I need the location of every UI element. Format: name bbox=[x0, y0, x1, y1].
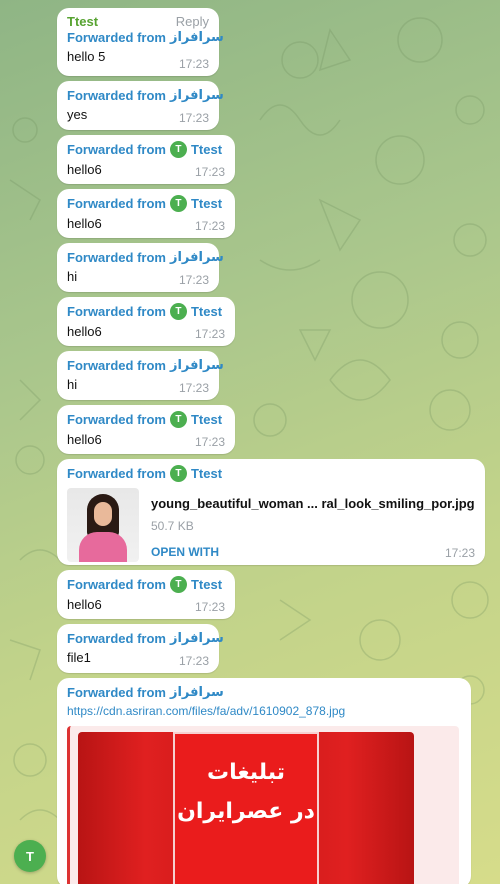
forwarded-label: Forwarded from bbox=[67, 196, 166, 211]
file-name[interactable]: young_beautiful_woman ... ral_look_smili… bbox=[151, 496, 475, 511]
forwarded-avatar: T bbox=[169, 411, 187, 428]
message-time: 17:23 bbox=[178, 111, 209, 125]
forwarded-source-name[interactable]: سرافراز bbox=[170, 29, 224, 45]
forwarded-label: Forwarded from bbox=[67, 29, 166, 45]
message-bubble[interactable]: Forwarded from T Ttest hello6 17:23 bbox=[57, 189, 235, 238]
message-bubble[interactable]: Ttest Reply Forwarded from سرافراز hello… bbox=[57, 8, 224, 76]
forwarded-source-name[interactable]: Ttest bbox=[191, 142, 222, 157]
forwarded-source-name[interactable]: سرافراز bbox=[170, 630, 224, 646]
message-bubble[interactable]: Forwarded from T Ttest hello6 17:23 bbox=[57, 297, 235, 346]
link-preview-image[interactable]: تبليغات در عصرايران bbox=[78, 732, 414, 884]
file-message-bubble[interactable]: Forwarded from T Ttest young_beautiful_w… bbox=[57, 459, 485, 565]
forwarded-header[interactable]: Forwarded from T Ttest bbox=[67, 576, 225, 593]
forwarded-label: Forwarded from bbox=[67, 630, 166, 646]
message-time: 17:23 bbox=[444, 546, 475, 560]
forwarded-label: Forwarded from bbox=[67, 577, 166, 592]
forwarded-header[interactable]: Forwarded from T Ttest bbox=[67, 303, 225, 320]
message-bubble[interactable]: Forwarded from T Ttest hello6 17:23 bbox=[57, 570, 235, 619]
forwarded-header[interactable]: Forwarded from سرافراز bbox=[67, 29, 224, 45]
forwarded-avatar: T bbox=[169, 465, 187, 482]
message-time: 17:23 bbox=[194, 435, 225, 449]
message-time: 17:23 bbox=[194, 327, 225, 341]
forwarded-avatar: T bbox=[169, 576, 187, 593]
forwarded-header[interactable]: Forwarded from سرافراز bbox=[67, 684, 461, 700]
open-with-button[interactable]: OPEN WITH bbox=[151, 545, 475, 559]
forwarded-label: Forwarded from bbox=[67, 249, 166, 265]
chat-area: Ttest Reply Forwarded from سرافراز hello… bbox=[0, 0, 500, 884]
message-time: 17:23 bbox=[178, 273, 209, 287]
message-time: 17:23 bbox=[194, 600, 225, 614]
forwarded-label: Forwarded from bbox=[67, 412, 166, 427]
ad-banner-line2: در عصرايران bbox=[177, 799, 315, 824]
forwarded-label: Forwarded from bbox=[67, 357, 166, 373]
forwarded-avatar: T bbox=[169, 141, 187, 158]
forwarded-source-name[interactable]: سرافراز bbox=[170, 249, 224, 265]
message-time: 17:23 bbox=[194, 219, 225, 233]
forwarded-header[interactable]: Forwarded from سرافراز bbox=[67, 87, 224, 103]
forwarded-header[interactable]: Forwarded from T Ttest bbox=[67, 465, 475, 482]
forwarded-label: Forwarded from bbox=[67, 684, 166, 700]
message-bubble[interactable]: Forwarded from سرافراز file1 17:23 bbox=[57, 624, 224, 673]
message-time: 17:23 bbox=[178, 57, 209, 71]
forwarded-header[interactable]: Forwarded from سرافراز bbox=[67, 249, 224, 265]
forwarded-header[interactable]: Forwarded from T Ttest bbox=[67, 195, 225, 212]
forwarded-label: Forwarded from bbox=[67, 304, 166, 319]
forwarded-source-name[interactable]: Ttest bbox=[191, 196, 222, 211]
file-size: 50.7 KB bbox=[151, 519, 194, 533]
message-bubble[interactable]: Forwarded from T Ttest hello6 17:23 bbox=[57, 405, 235, 454]
ad-banner-line1: تبليغات bbox=[207, 760, 285, 785]
forwarded-source-name[interactable]: Ttest bbox=[191, 466, 222, 481]
message-link[interactable]: https://cdn.asriran.com/files/fa/adv/161… bbox=[67, 704, 461, 718]
message-bubble[interactable]: Forwarded from سرافراز yes 17:23 bbox=[57, 81, 224, 130]
file-thumbnail[interactable] bbox=[67, 488, 139, 562]
message-bubble[interactable]: Forwarded from T Ttest hello6 17:23 bbox=[57, 135, 235, 184]
message-bubble[interactable]: Forwarded from سرافراز hi 17:23 bbox=[57, 243, 224, 292]
message-time: 17:23 bbox=[178, 381, 209, 395]
forwarded-source-name[interactable]: Ttest bbox=[191, 577, 222, 592]
forwarded-header[interactable]: Forwarded from سرافراز bbox=[67, 357, 224, 373]
message-time: 17:23 bbox=[178, 654, 209, 668]
forwarded-source-name[interactable]: Ttest bbox=[191, 304, 222, 319]
forwarded-source-name[interactable]: سرافراز bbox=[170, 357, 224, 373]
forwarded-avatar: T bbox=[169, 195, 187, 212]
file-attachment[interactable]: young_beautiful_woman ... ral_look_smili… bbox=[67, 488, 475, 562]
link-message-bubble[interactable]: Forwarded from سرافراز https://cdn.asrir… bbox=[57, 678, 471, 884]
link-preview[interactable]: تبليغات در عصرايران bbox=[67, 726, 459, 884]
forwarded-source-name[interactable]: Ttest bbox=[191, 412, 222, 427]
reply-button[interactable]: Reply bbox=[176, 14, 209, 29]
forwarded-label: Forwarded from bbox=[67, 87, 166, 103]
forwarded-header[interactable]: Forwarded from T Ttest bbox=[67, 411, 225, 428]
forwarded-header[interactable]: Forwarded from سرافراز bbox=[67, 630, 224, 646]
user-avatar-button[interactable]: T bbox=[14, 840, 46, 872]
forwarded-header[interactable]: Forwarded from T Ttest bbox=[67, 141, 225, 158]
message-time: 17:23 bbox=[194, 165, 225, 179]
forwarded-source-name[interactable]: سرافراز bbox=[170, 87, 224, 103]
forwarded-avatar: T bbox=[169, 303, 187, 320]
ad-banner: تبليغات در عصرايران bbox=[173, 732, 319, 884]
message-bubble[interactable]: Forwarded from سرافراز hi 17:23 bbox=[57, 351, 224, 400]
forwarded-label: Forwarded from bbox=[67, 142, 166, 157]
forwarded-label: Forwarded from bbox=[67, 466, 166, 481]
forwarded-source-name[interactable]: سرافراز bbox=[170, 684, 224, 700]
